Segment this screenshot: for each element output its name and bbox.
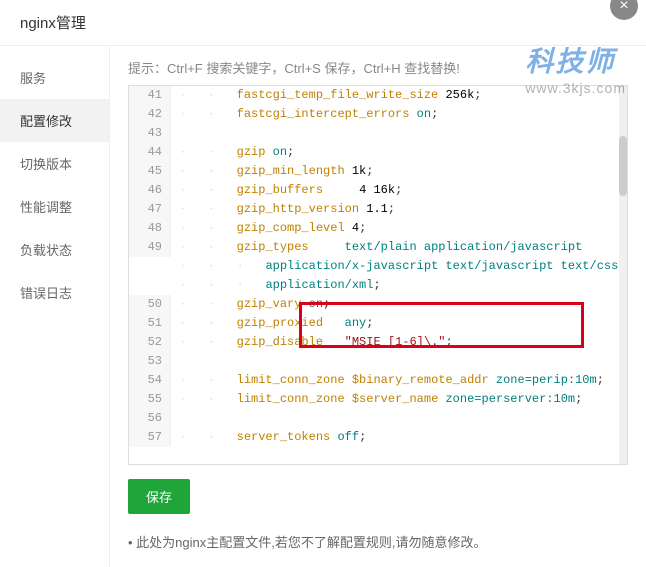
code-line[interactable]: 45· · gzip_min_length 1k; — [129, 162, 627, 181]
line-number: 57 — [129, 428, 171, 447]
sidebar: 服务 配置修改 切换版本 性能调整 负载状态 错误日志 — [0, 46, 110, 567]
scrollbar-thumb[interactable] — [619, 136, 627, 196]
line-number: 52 — [129, 333, 171, 352]
line-number: 45 — [129, 162, 171, 181]
code-line[interactable]: 51· · gzip_proxied any; — [129, 314, 627, 333]
code-line[interactable]: 55· · limit_conn_zone $server_name zone=… — [129, 390, 627, 409]
line-number: 46 — [129, 181, 171, 200]
code-line[interactable]: 41· · fastcgi_temp_file_write_size 256k; — [129, 86, 627, 105]
code-line[interactable]: 42· · fastcgi_intercept_errors on; — [129, 105, 627, 124]
code-line[interactable]: 43 — [129, 124, 627, 143]
code-line[interactable]: 48· · gzip_comp_level 4; — [129, 219, 627, 238]
line-number: 51 — [129, 314, 171, 333]
code-line[interactable]: 49· · gzip_types text/plain application/… — [129, 238, 627, 257]
sidebar-item-performance[interactable]: 性能调整 — [0, 185, 109, 228]
line-number: 50 — [129, 295, 171, 314]
code-line[interactable]: 54· · limit_conn_zone $binary_remote_add… — [129, 371, 627, 390]
code-area[interactable]: 41· · fastcgi_temp_file_write_size 256k;… — [129, 86, 627, 447]
line-number: 55 — [129, 390, 171, 409]
code-line[interactable]: 57· · server_tokens off; — [129, 428, 627, 447]
header: nginx管理 × — [0, 0, 646, 46]
code-line[interactable]: 52· · gzip_disable "MSIE [1-6]\."; — [129, 333, 627, 352]
code-line[interactable]: 53 — [129, 352, 627, 371]
sidebar-item-version[interactable]: 切换版本 — [0, 142, 109, 185]
main-panel: 提示：Ctrl+F 搜索关键字，Ctrl+S 保存，Ctrl+H 查找替换! 4… — [110, 46, 646, 567]
save-button[interactable]: 保存 — [128, 479, 190, 514]
code-line[interactable]: 50· · gzip_vary on; — [129, 295, 627, 314]
code-editor[interactable]: 41· · fastcgi_temp_file_write_size 256k;… — [128, 85, 628, 465]
code-line[interactable]: · · · application/xml; — [129, 276, 627, 295]
page-title: nginx管理 — [20, 12, 626, 33]
line-number: 54 — [129, 371, 171, 390]
container: 服务 配置修改 切换版本 性能调整 负载状态 错误日志 提示：Ctrl+F 搜索… — [0, 46, 646, 567]
line-number: 48 — [129, 219, 171, 238]
code-line[interactable]: 47· · gzip_http_version 1.1; — [129, 200, 627, 219]
line-number: 47 — [129, 200, 171, 219]
note-text: 此处为nginx主配置文件,若您不了解配置规则,请勿随意修改。 — [128, 532, 628, 551]
code-line[interactable]: 56 — [129, 409, 627, 428]
sidebar-item-service[interactable]: 服务 — [0, 56, 109, 99]
sidebar-item-load[interactable]: 负载状态 — [0, 228, 109, 271]
code-line[interactable]: · · · application/x-javascript text/java… — [129, 257, 627, 276]
line-number: 42 — [129, 105, 171, 124]
sidebar-item-errorlog[interactable]: 错误日志 — [0, 271, 109, 314]
line-number: 56 — [129, 409, 171, 428]
code-line[interactable]: 44· · gzip on; — [129, 143, 627, 162]
line-number: 41 — [129, 86, 171, 105]
code-line[interactable]: 46· · gzip_buffers 4 16k; — [129, 181, 627, 200]
sidebar-item-config[interactable]: 配置修改 — [0, 99, 109, 142]
line-number: 43 — [129, 124, 171, 143]
line-number: 53 — [129, 352, 171, 371]
editor-scrollbar[interactable] — [619, 86, 627, 464]
line-number: 44 — [129, 143, 171, 162]
hint-text: 提示：Ctrl+F 搜索关键字，Ctrl+S 保存，Ctrl+H 查找替换! — [128, 58, 628, 77]
